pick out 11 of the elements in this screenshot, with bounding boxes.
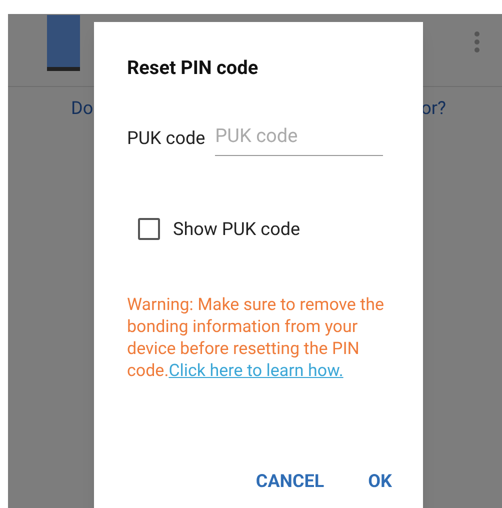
dialog-button[interactable]: OK (360, 462, 400, 501)
device-image (47, 15, 80, 71)
puk-input-field[interactable]: PUK code (215, 122, 384, 156)
dialog-button[interactable]: CANCEL (248, 462, 332, 501)
checkbox[interactable] (138, 218, 160, 240)
dialog-title: Reset PIN code (127, 56, 260, 80)
checkbox-label: Show PUK code (173, 218, 300, 242)
learn-how-link[interactable]: Click here to learn how. (168, 360, 344, 380)
field-label: PUK code (127, 128, 206, 150)
warning-text: Warning: Make sure to remove the bonding information from your device before resetting the PIN code.Click here to learn how. (127, 294, 386, 382)
background-text: Do (71, 97, 94, 121)
